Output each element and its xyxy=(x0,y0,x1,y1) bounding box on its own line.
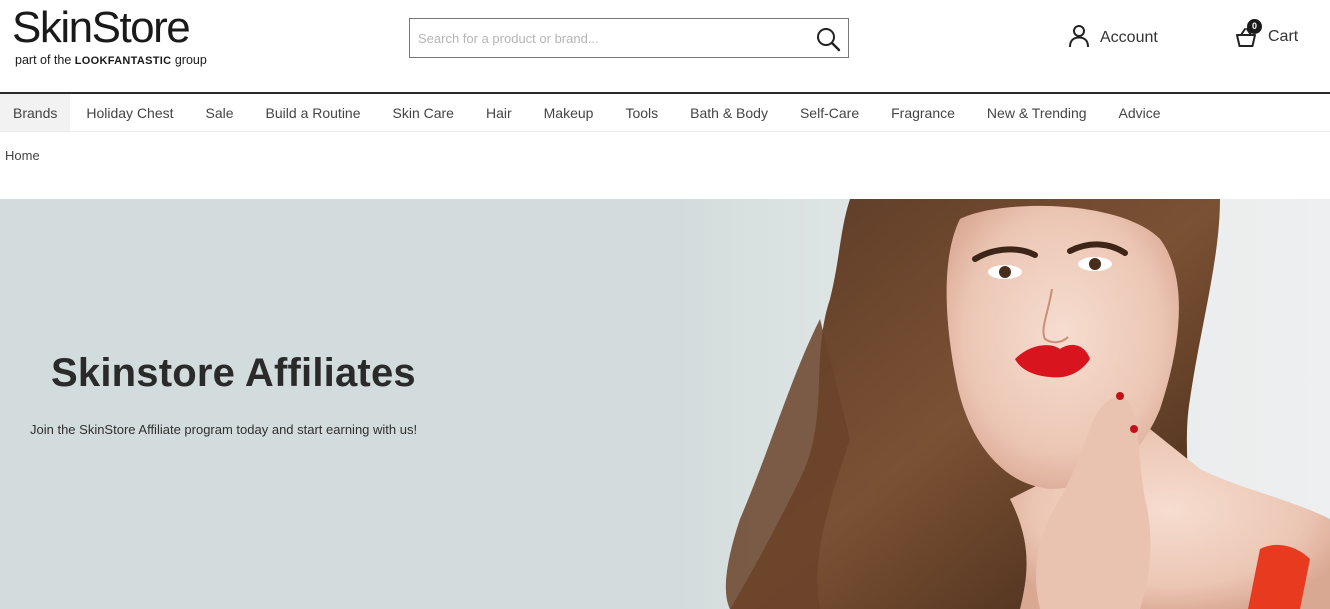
cart-label: Cart xyxy=(1268,28,1299,45)
nav-item-fragrance[interactable]: Fragrance xyxy=(875,94,971,131)
site-header: SkinStore part of the LOOKFANTASTIC grou… xyxy=(0,0,1330,92)
tagline-prefix: part of the xyxy=(15,53,72,67)
nav-item-skin-care[interactable]: Skin Care xyxy=(377,94,470,131)
search-input[interactable] xyxy=(410,19,800,57)
nav-item-holiday-chest[interactable]: Holiday Chest xyxy=(70,94,189,131)
account-link[interactable]: Account xyxy=(1068,24,1158,52)
search-bar xyxy=(409,18,849,58)
user-icon xyxy=(1068,24,1090,53)
hero-model-image xyxy=(725,199,1330,609)
nav-item-bath-body[interactable]: Bath & Body xyxy=(674,94,784,131)
tagline-suffix: group xyxy=(174,53,207,67)
nav-item-sale[interactable]: Sale xyxy=(190,94,250,131)
nav-item-hair[interactable]: Hair xyxy=(470,94,528,131)
nav-item-makeup[interactable]: Makeup xyxy=(528,94,610,131)
logo-tagline: part of the LOOKFANTASTIC group xyxy=(15,53,207,68)
nav-item-self-care[interactable]: Self-Care xyxy=(784,94,875,131)
nav-item-advice[interactable]: Advice xyxy=(1103,94,1177,131)
account-label: Account xyxy=(1100,29,1158,46)
hero-subtitle: Join the SkinStore Affiliate program tod… xyxy=(30,422,418,437)
cart-link[interactable]: 0 Cart xyxy=(1234,19,1299,52)
tagline-brand: LOOKFANTASTIC xyxy=(74,55,172,67)
nav-item-build-a-routine[interactable]: Build a Routine xyxy=(250,94,377,131)
breadcrumb-home[interactable]: Home xyxy=(5,148,40,163)
cart-count-badge: 0 xyxy=(1247,19,1262,34)
main-nav: Brands Holiday Chest Sale Build a Routin… xyxy=(0,92,1330,132)
nav-item-new-trending[interactable]: New & Trending xyxy=(971,94,1103,131)
logo-wordmark: SkinStore xyxy=(12,3,191,52)
nav-item-tools[interactable]: Tools xyxy=(609,94,674,131)
search-icon[interactable] xyxy=(814,25,842,53)
hero-banner: Skinstore Affiliates Join the SkinStore … xyxy=(0,199,1330,609)
site-logo[interactable]: SkinStore part of the LOOKFANTASTIC grou… xyxy=(12,4,207,68)
nav-item-brands[interactable]: Brands xyxy=(0,94,71,131)
basket-icon: 0 xyxy=(1234,19,1262,49)
hero-title: Skinstore Affiliates xyxy=(51,351,416,395)
breadcrumb: Home xyxy=(0,132,1330,199)
